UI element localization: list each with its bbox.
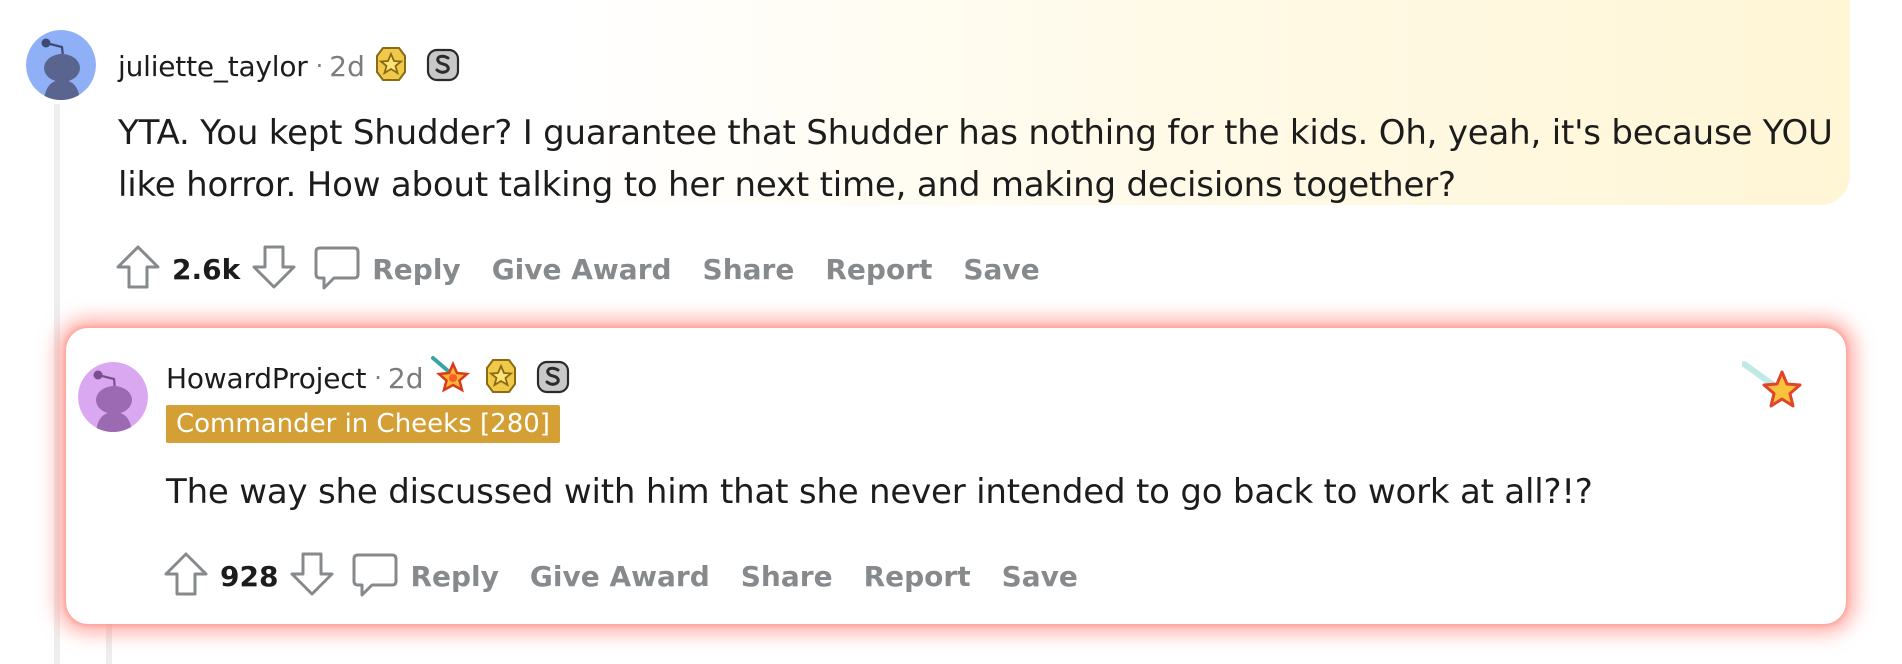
avatar[interactable] <box>26 30 96 100</box>
shooting-star-icon <box>1741 358 1806 422</box>
separator: · <box>374 364 382 392</box>
comment-body-line: YTA. You kept Shudder? I guarantee that … <box>118 113 1833 153</box>
avatar[interactable] <box>78 362 148 432</box>
upvote-icon[interactable] <box>162 550 210 602</box>
rocket-star-award-icon[interactable] <box>429 354 473 402</box>
username[interactable]: HowardProject <box>166 362 366 395</box>
report-button[interactable]: Report <box>864 560 971 593</box>
comment-icon[interactable] <box>350 549 400 603</box>
downvote-icon[interactable] <box>250 243 298 295</box>
silver-award-icon[interactable] <box>423 44 463 88</box>
share-button[interactable]: Share <box>741 560 833 593</box>
save-button[interactable]: Save <box>963 253 1039 286</box>
timestamp[interactable]: 2d <box>329 50 365 83</box>
comment-icon[interactable] <box>312 242 362 296</box>
gold-award-icon[interactable] <box>481 356 521 400</box>
user-flair: Commander in Cheeks [280] <box>166 405 560 443</box>
comment-body-line: like horror. How about talking to her ne… <box>118 165 1456 205</box>
downvote-icon[interactable] <box>288 550 336 602</box>
separator: · <box>315 52 324 80</box>
comment-meta: HowardProject · 2d <box>166 354 573 402</box>
silver-award-icon[interactable] <box>533 356 573 400</box>
comment-body: YTA. You kept Shudder? I guarantee that … <box>118 107 1858 211</box>
comment-body: The way she discussed with him that she … <box>166 472 1593 512</box>
thread-line-root[interactable] <box>54 104 60 664</box>
save-button[interactable]: Save <box>1002 560 1078 593</box>
username[interactable]: juliette_taylor <box>118 50 308 83</box>
comment-actions: 2.6k Reply Give Award Share Report Save <box>114 242 1071 296</box>
give-award-button[interactable]: Give Award <box>530 560 710 593</box>
gold-award-icon[interactable] <box>371 44 411 88</box>
give-award-button[interactable]: Give Award <box>492 253 672 286</box>
timestamp[interactable]: 2d <box>388 362 424 395</box>
reply-button[interactable]: Reply <box>410 560 498 593</box>
vote-score: 2.6k <box>172 252 241 286</box>
share-button[interactable]: Share <box>703 253 795 286</box>
vote-score: 928 <box>220 559 279 593</box>
upvote-icon[interactable] <box>114 243 162 295</box>
comment-actions: 928 Reply Give Award Share Report Save <box>162 549 1109 603</box>
report-button[interactable]: Report <box>825 253 932 286</box>
reply-button[interactable]: Reply <box>372 253 460 286</box>
comment-meta: juliette_taylor · 2d <box>118 44 463 88</box>
